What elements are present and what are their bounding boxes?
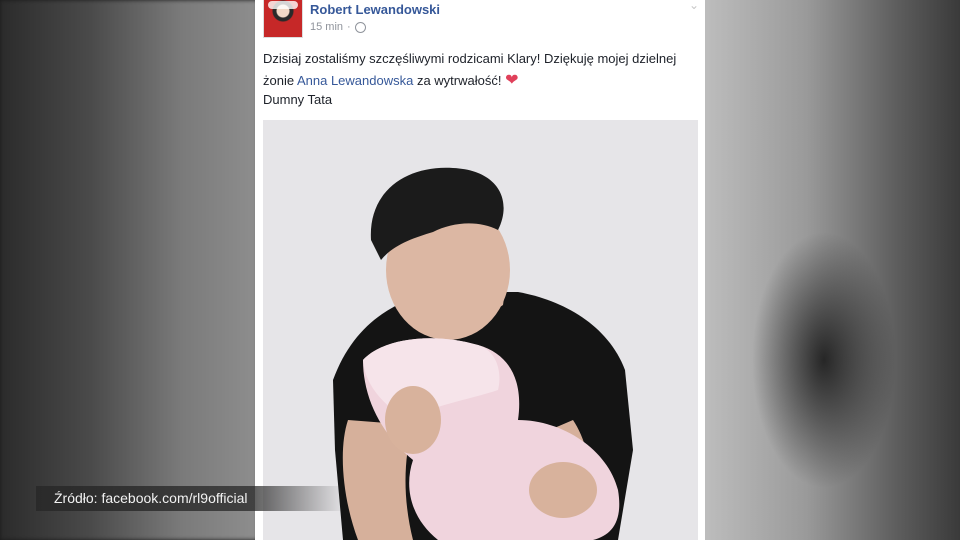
post-photo[interactable] <box>263 120 698 540</box>
post-meta: 15 min · <box>310 21 366 33</box>
globe-icon <box>354 21 366 33</box>
chevron-down-icon[interactable]: ⌄ <box>689 0 699 12</box>
post-text-end: za wytrwałość! <box>413 73 506 88</box>
author-avatar[interactable] <box>263 0 303 38</box>
source-caption: Źródło: facebook.com/rl9official <box>36 486 346 511</box>
mention-link[interactable]: Anna Lewandowska <box>297 73 413 88</box>
post-author-name[interactable]: Robert Lewandowski <box>310 2 440 17</box>
heart-icon: ❤ <box>505 72 519 89</box>
meta-separator: · <box>347 21 351 33</box>
facebook-post: Robert Lewandowski 15 min · ⌄ Dzisiaj zo… <box>255 0 705 540</box>
blurred-background-left <box>0 0 258 540</box>
blurred-background-right <box>704 0 960 540</box>
post-signature: Dumny Tata <box>263 92 333 107</box>
post-timestamp[interactable]: 15 min <box>310 21 343 33</box>
avatar-badge <box>268 1 298 9</box>
post-text: Dzisiaj zostaliśmy szczęśliwymi rodzicam… <box>263 48 703 92</box>
photo-illustration <box>263 120 698 540</box>
